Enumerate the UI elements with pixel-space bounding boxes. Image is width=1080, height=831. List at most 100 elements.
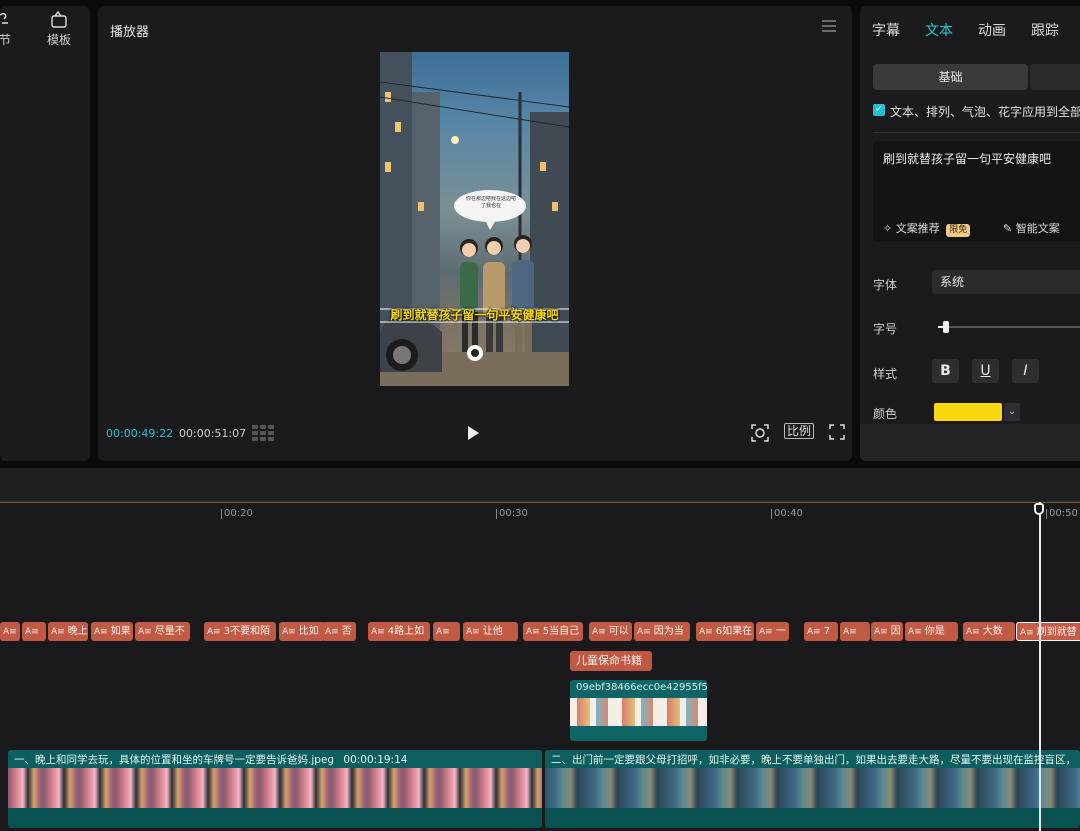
text-clip-label: 比如: [298, 626, 319, 637]
copy-recommend-button[interactable]: ✧ 文案推荐 限免: [883, 220, 971, 237]
tool-chapter-label: 节: [0, 33, 11, 47]
text-clip[interactable]: A≡ 让他: [463, 622, 518, 641]
main-clip-1-name: 一、晚上和同学去玩，具体的位置和坐的车牌号一定要告诉爸妈.jpeg: [14, 754, 335, 766]
style-label: 样式: [873, 367, 898, 381]
image-clip[interactable]: 09ebf38466ecc0e42955f5: [570, 680, 707, 741]
template-icon: [47, 10, 71, 31]
image-clip-title: 09ebf38466ecc0e42955f5: [576, 682, 707, 693]
audio-waveform: [8, 808, 542, 828]
tool-template-label: 模板: [47, 33, 72, 47]
tool-template[interactable]: 模板: [47, 10, 72, 48]
text-clip[interactable]: A≡ 你是: [905, 622, 958, 641]
tab-captions[interactable]: 字幕: [872, 20, 900, 40]
timeline-ruler[interactable]: 00:20 00:30 00:40 00:50: [0, 502, 1080, 524]
menu-icon[interactable]: [822, 20, 836, 32]
sparkle-icon: ✧: [883, 222, 893, 235]
playhead[interactable]: [1039, 502, 1041, 831]
tab-tracking[interactable]: 跟踪: [1031, 20, 1059, 40]
text-clip-icon: A≡: [874, 627, 888, 637]
time-total: 00:00:51:07: [179, 427, 247, 440]
segment-other[interactable]: [1030, 64, 1080, 90]
text-clip-icon: A≡: [699, 627, 713, 637]
text-clip[interactable]: A≡ 刷到就替: [1016, 622, 1080, 641]
font-select[interactable]: 系统: [932, 270, 1080, 294]
text-clip-label: 你是: [924, 626, 945, 637]
text-clip-icon: A≡: [51, 627, 65, 637]
timeline: 00:20 00:30 00:40 00:50 A≡前一A≡A≡晚上A≡如果A≡…: [0, 468, 1080, 831]
italic-button[interactable]: I: [1012, 359, 1039, 383]
text-content-field[interactable]: 刷到就替孩子留一句平安健康吧 ✧ 文案推荐 限免 ✎ 智能文案: [873, 141, 1080, 241]
text-clip-icon: A≡: [325, 627, 339, 637]
smart-copy-button[interactable]: ✎ 智能文案: [1003, 220, 1060, 236]
scene-illustration: [380, 52, 569, 386]
text-clip[interactable]: A≡: [22, 622, 46, 641]
segment-basic[interactable]: 基础: [873, 64, 1028, 90]
text-clip[interactable]: A≡ 如果: [91, 622, 133, 641]
text-clip[interactable]: A≡: [840, 622, 870, 641]
text-clip-label: 3不要和陌: [223, 626, 271, 637]
timeline-toolbar: [0, 468, 1080, 502]
text-clip[interactable]: A≡ 晚上: [48, 622, 88, 641]
main-clip-2[interactable]: 二、出门前一定要跟父母打招呼，如非必要，晚上不要单独出门，如果出去要走大路，尽量…: [545, 750, 1080, 828]
text-clip-icon: A≡: [25, 627, 39, 637]
bold-button[interactable]: B: [932, 359, 959, 383]
sticker-clip[interactable]: 儿童保命书籍: [570, 651, 652, 671]
text-clip[interactable]: A≡ 否: [322, 622, 356, 641]
smart-copy-label: 智能文案: [1015, 222, 1060, 235]
tab-animation[interactable]: 动画: [978, 20, 1006, 40]
text-clip-label: 大数: [982, 626, 1003, 637]
text-clip[interactable]: A≡ 6如果在: [696, 622, 754, 641]
chevron-down-icon[interactable]: ⌄: [1004, 403, 1020, 421]
chapter-icon: [0, 11, 12, 31]
color-label: 颜色: [873, 407, 898, 421]
text-clip[interactable]: A≡ 因: [871, 622, 903, 641]
text-clip[interactable]: A≡ 因为当: [634, 622, 690, 641]
ruler-tick: 00:30: [496, 508, 528, 519]
text-clip[interactable]: A≡: [433, 622, 460, 641]
apply-all-checkbox[interactable]: ✓: [873, 104, 885, 116]
playhead-handle[interactable]: [1034, 503, 1044, 515]
size-slider-handle[interactable]: [942, 321, 949, 333]
underline-button[interactable]: U: [972, 359, 999, 383]
text-clip[interactable]: A≡ 一: [756, 622, 789, 641]
text-clip-label: 如果: [110, 626, 131, 637]
text-clip[interactable]: A≡ 大数: [963, 622, 1015, 641]
subtitle-overlay[interactable]: 刷到就替孩子留一句平安健康吧: [380, 308, 569, 322]
text-clip[interactable]: A≡ 7: [804, 622, 838, 641]
text-clip[interactable]: A≡ 尽量不: [135, 622, 190, 641]
player-title: 播放器: [110, 25, 150, 40]
text-clip-icon: A≡: [807, 627, 821, 637]
tab-text[interactable]: 文本: [925, 20, 953, 40]
text-clip[interactable]: A≡ 5当自己: [523, 622, 583, 641]
divider: [873, 132, 1080, 133]
text-clip[interactable]: A≡ 4路上如: [368, 622, 430, 641]
text-clip-label: 晚上: [67, 626, 88, 637]
color-swatch[interactable]: [934, 403, 1002, 421]
main-clip-1-title: 一、晚上和同学去玩，具体的位置和坐的车牌号一定要告诉爸妈.jpeg 00:00:…: [14, 752, 407, 767]
video-preview[interactable]: 你在那边吧我在这边吧了我也在 刷到就替孩子留一句平安健康吧: [380, 52, 569, 386]
text-clip-icon: A≡: [94, 627, 108, 637]
tool-chapter[interactable]: 节: [0, 11, 12, 48]
size-slider[interactable]: [938, 321, 1080, 333]
magic-pen-icon: ✎: [1003, 222, 1013, 235]
time-current: 00:00:49:22: [106, 427, 174, 440]
text-clip-icon: A≡: [759, 627, 773, 637]
text-clip-label: 一: [775, 626, 786, 637]
ratio-button[interactable]: 比例: [784, 423, 815, 442]
text-clip-label: 尽量不: [154, 626, 185, 637]
inspector-footer: [860, 424, 1080, 461]
left-panel: 节 模板: [0, 6, 90, 461]
main-clip-2-title: 二、出门前一定要跟父母打招呼，如非必要，晚上不要单独出门，如果出去要走大路，尽量…: [551, 754, 1076, 766]
text-clip[interactable]: A≡ 可以: [589, 622, 632, 641]
text-clip[interactable]: A≡ 3不要和陌: [204, 622, 276, 641]
fullscreen-icon[interactable]: [829, 424, 845, 442]
main-clip-1[interactable]: 一、晚上和同学去玩，具体的位置和坐的车牌号一定要告诉爸妈.jpeg 00:00:…: [8, 750, 542, 828]
play-button[interactable]: [468, 426, 479, 440]
ruler-tick: 00:50: [1046, 508, 1078, 519]
timecode-grid-icon[interactable]: [252, 425, 274, 441]
audio-waveform: [545, 808, 1080, 828]
ruler-line: [0, 502, 1080, 503]
text-clip[interactable]: A≡ 比如: [279, 622, 325, 641]
screenshot-focus-icon[interactable]: [751, 424, 769, 442]
text-clip[interactable]: A≡前一: [0, 622, 20, 641]
